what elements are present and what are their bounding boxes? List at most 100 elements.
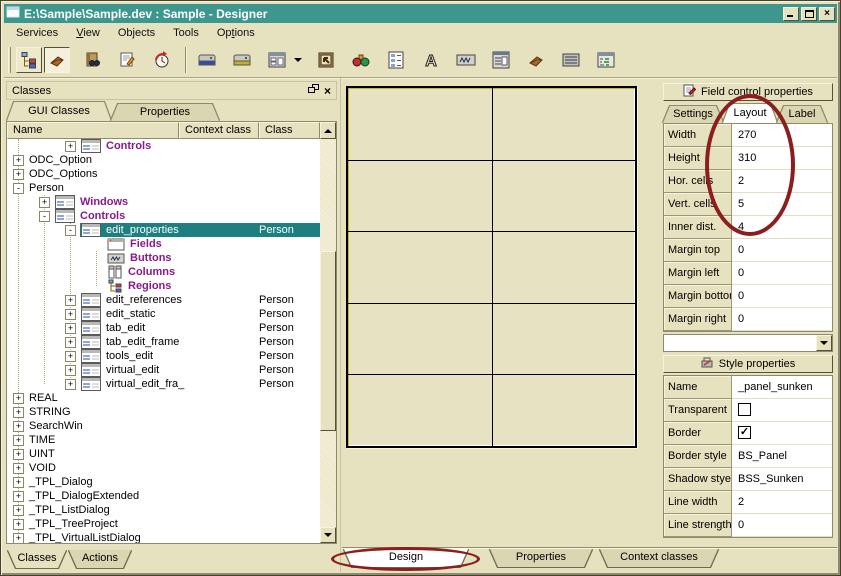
property-value[interactable]: ✓ [732, 422, 832, 445]
property-value[interactable]: BS_Panel [732, 445, 832, 468]
menu-objects[interactable]: Objects [109, 25, 164, 41]
tree-row-searchwin[interactable]: +SearchWin [7, 419, 320, 433]
tab-properties[interactable]: Properties [111, 104, 219, 121]
expand-box[interactable]: + [13, 155, 24, 166]
toolbar-eraser-tool-button[interactable] [44, 47, 70, 73]
tree-row-_tpl_listdialog[interactable]: +_TPL_ListDialog [7, 503, 320, 517]
tree-row-controls[interactable]: +Controls [7, 139, 320, 153]
property-value[interactable]: BSS_Sunken [732, 468, 832, 491]
design-canvas[interactable] [346, 86, 637, 448]
expand-box[interactable]: + [65, 365, 76, 376]
panel-splitter[interactable] [340, 78, 344, 572]
property-value[interactable]: 4 [732, 216, 832, 239]
toolbar-field-list-button[interactable] [383, 47, 409, 73]
collapse-box[interactable]: - [39, 211, 50, 222]
tree-row-person[interactable]: -Person [7, 181, 320, 195]
toolbar-grip[interactable] [8, 47, 11, 73]
expand-box[interactable]: + [13, 435, 24, 446]
tree-row-windows[interactable]: +Windows [7, 195, 320, 209]
scrollbar-thumb[interactable] [320, 251, 336, 431]
tree-row-_tpl_dialogextended[interactable]: +_TPL_DialogExtended [7, 489, 320, 503]
column-header-name[interactable]: Name [7, 122, 179, 139]
tree-row-edit_properties[interactable]: -edit_propertiesPerson [7, 223, 320, 237]
property-value[interactable]: 0 [732, 308, 832, 331]
expand-box[interactable]: + [13, 421, 24, 432]
tab-layout[interactable]: Layout [723, 104, 777, 123]
scroll-up-button[interactable] [320, 122, 336, 139]
checkbox-unchecked[interactable] [738, 403, 751, 416]
tree-row-void[interactable]: +VOID [7, 461, 320, 475]
toolbar-eraser-small-button[interactable] [523, 47, 549, 73]
toolbar-search-button[interactable] [348, 47, 374, 73]
property-value[interactable]: 2 [732, 170, 832, 193]
toolbar-list-control-button[interactable] [558, 47, 584, 73]
toolbar-class-tree-button[interactable] [16, 47, 42, 73]
expand-box[interactable]: + [13, 407, 24, 418]
menu-view[interactable]: View [67, 25, 109, 41]
expand-box[interactable]: + [13, 393, 24, 404]
toolbar-history-button[interactable] [149, 47, 175, 73]
toolbar-font-button[interactable]: A [418, 47, 444, 73]
tree-row-virtual_edit[interactable]: +virtual_editPerson [7, 363, 320, 377]
menu-services[interactable]: Services [7, 25, 67, 41]
expand-box[interactable]: + [13, 463, 24, 474]
combo-dropdown-button[interactable] [816, 335, 832, 351]
field-control-properties-header[interactable]: Field control properties [663, 83, 833, 101]
tree-row-time[interactable]: +TIME [7, 433, 320, 447]
minimize-button[interactable] [783, 7, 799, 21]
expand-box[interactable]: + [13, 505, 24, 516]
expand-box[interactable]: + [65, 295, 76, 306]
property-value[interactable]: 0 [732, 514, 832, 537]
tree-row-controls[interactable]: -Controls [7, 209, 320, 223]
float-panel-icon[interactable] [308, 84, 319, 97]
expand-box[interactable]: + [65, 141, 76, 152]
tab-design[interactable]: Design [344, 549, 468, 567]
expand-box[interactable]: + [39, 197, 50, 208]
scroll-down-button[interactable] [320, 527, 336, 543]
tab-classes[interactable]: Classes [8, 550, 66, 568]
toolbar-open-database-button[interactable] [229, 47, 255, 73]
toolbar-import-button[interactable] [313, 47, 339, 73]
collapse-box[interactable]: - [13, 183, 24, 194]
close-panel-icon[interactable]: × [324, 86, 331, 96]
property-value[interactable]: 270 [732, 124, 832, 147]
tree-row-string[interactable]: +STRING [7, 405, 320, 419]
expand-box[interactable]: + [13, 169, 24, 180]
tab-gui-classes[interactable]: GUI Classes [7, 102, 111, 121]
menu-options[interactable]: Options [208, 25, 264, 41]
tree-row-tab_edit[interactable]: +tab_editPerson [7, 321, 320, 335]
tree-row-odc_option[interactable]: +ODC_Option [7, 153, 320, 167]
expand-box[interactable]: + [13, 519, 24, 530]
tree-row-buttons[interactable]: Buttons [7, 251, 320, 265]
tree-row-tab_edit_frame[interactable]: +tab_edit_framePerson [7, 335, 320, 349]
tab-actions[interactable]: Actions [69, 550, 131, 568]
tree-row-regions[interactable]: Regions [7, 279, 320, 293]
style-combo-value[interactable] [664, 335, 816, 351]
toolbar-form-view-dropdown[interactable] [292, 47, 304, 73]
tree-scrollbar[interactable] [320, 139, 336, 543]
expand-box[interactable]: + [65, 309, 76, 320]
toolbar-browse-library-button[interactable] [79, 47, 105, 73]
menu-tools[interactable]: Tools [164, 25, 208, 41]
title-bar[interactable]: E:\Sample\Sample.dev : Sample - Designer… [4, 4, 837, 23]
tree-row-edit_static[interactable]: +edit_staticPerson [7, 307, 320, 321]
toolbar-edit-document-button[interactable] [114, 47, 140, 73]
tree-row-tools_edit[interactable]: +tools_editPerson [7, 349, 320, 363]
maximize-button[interactable] [801, 7, 817, 21]
property-value[interactable]: 310 [732, 147, 832, 170]
property-value[interactable]: 0 [732, 285, 832, 308]
tree-row-_tpl_dialog[interactable]: +_TPL_Dialog [7, 475, 320, 489]
property-value[interactable] [732, 399, 832, 422]
tree-row-real[interactable]: +REAL [7, 391, 320, 405]
tree-row-_tpl_treeproject[interactable]: +_TPL_TreeProject [7, 517, 320, 531]
tree-row-_tpl_virtuallistdialog[interactable]: +_TPL_VirtualListDialog [7, 531, 320, 543]
toolbar-code-window-button[interactable] [593, 47, 619, 73]
classes-panel-titlebar[interactable]: Classes × [6, 81, 337, 100]
property-value[interactable]: 0 [732, 262, 832, 285]
toolbar-form-view-button[interactable] [264, 47, 290, 73]
style-combobox[interactable] [663, 334, 833, 352]
tree-row-columns[interactable]: Columns [7, 265, 320, 279]
tree-row-virtual_edit_fra_[interactable]: +virtual_edit_fra_Person [7, 377, 320, 391]
tab-label[interactable]: Label [777, 106, 827, 123]
tab-properties[interactable]: Properties [490, 549, 592, 567]
